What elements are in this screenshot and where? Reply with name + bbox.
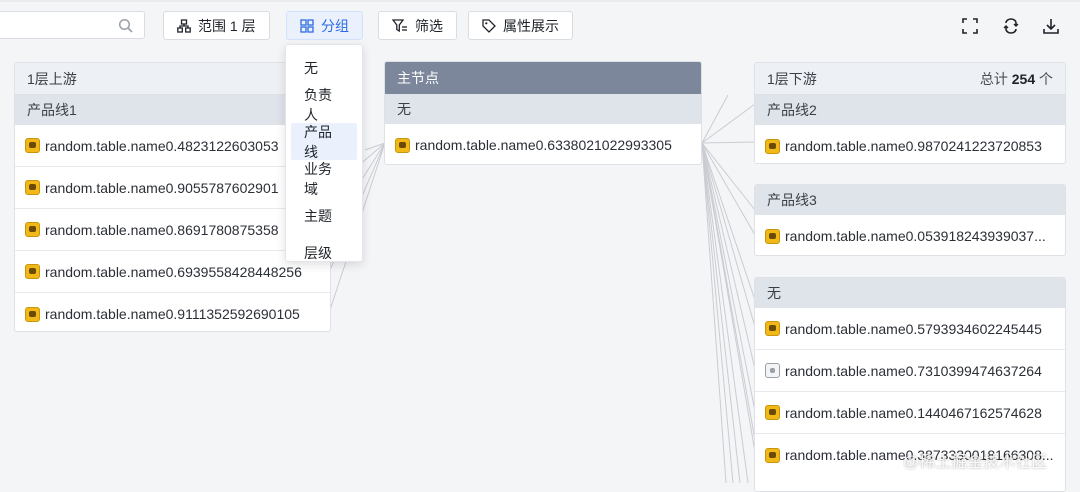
table-row[interactable]: random.table.name0.9111352592690105 (15, 293, 330, 331)
table-icon (765, 321, 780, 336)
downstream-group-header: 产品线3 (755, 185, 1065, 215)
downstream-group-header: 无 (755, 278, 1065, 308)
downstream-count: 254 (1011, 70, 1036, 87)
table-icon (25, 222, 40, 237)
group-option-layer[interactable]: 层级 (291, 234, 357, 261)
downstream-group-panel: 产品线3 random.table.name0.053918243939037.… (754, 184, 1066, 256)
fullscreen-icon[interactable] (961, 17, 979, 35)
table-row[interactable]: random.table.name0.6338021022993305 (385, 124, 701, 164)
downstream-header: 1层下游 总计 254 个 (755, 63, 1065, 95)
table-row[interactable]: random.table.name0.4823122603053 (15, 125, 330, 167)
group-dropdown: 无 负责人 产品线 业务域 主题 层级 (285, 44, 363, 262)
main-node-group-header: 无 (385, 94, 701, 124)
table-icon (765, 405, 780, 420)
group-option-none[interactable]: 无 (291, 49, 357, 86)
downstream-title: 1层下游 (767, 70, 817, 87)
group-option-product-line[interactable]: 产品线 (291, 123, 357, 160)
attribute-label: 属性展示 (503, 17, 559, 34)
downstream-group-header: 产品线2 (755, 95, 1065, 125)
upstream-title: 1层上游 (27, 70, 77, 87)
search-icon (118, 18, 133, 33)
downstream-panel: 1层下游 总计 254 个 产品线2 random.table.name0.98… (754, 62, 1066, 164)
upstream-panel: 1层上游 总计 产品线1 random.table.name0.48231226… (14, 62, 331, 332)
group-label: 分组 (321, 17, 349, 34)
tag-icon (482, 18, 496, 33)
scope-label: 范围 1 层 (198, 17, 256, 34)
upstream-group-header: 产品线1 (15, 95, 330, 125)
table-row[interactable]: random.table.name0.1440467162574628 (755, 392, 1065, 434)
table-icon (25, 264, 40, 279)
table-row[interactable]: random.table.name0.7310399474637264 (755, 350, 1065, 392)
search-input[interactable] (0, 11, 145, 39)
table-icon (25, 306, 40, 322)
main-node-panel: 主节点 无 random.table.name0.633802102299330… (384, 61, 702, 165)
table-icon (765, 447, 780, 463)
refresh-icon[interactable] (1002, 17, 1020, 35)
table-row[interactable]: random.table.name0.053918243939037... (755, 215, 1065, 255)
table-icon (25, 138, 40, 153)
main-node-title: 主节点 (397, 70, 439, 86)
table-row[interactable]: random.table.name0.5793934602245445 (755, 308, 1065, 350)
view-icon (765, 363, 780, 378)
table-icon (765, 138, 780, 154)
table-icon (25, 180, 40, 195)
table-row[interactable]: random.table.name0.9055787602901 (15, 167, 330, 209)
hierarchy-icon (177, 18, 191, 33)
upstream-header: 1层上游 总计 (15, 63, 330, 95)
main-node-header: 主节点 (385, 62, 701, 94)
group-option-topic[interactable]: 主题 (291, 197, 357, 234)
scope-button[interactable]: 范围 1 层 (163, 11, 270, 40)
attribute-display-button[interactable]: 属性展示 (468, 11, 573, 40)
filter-button[interactable]: 筛选 (378, 11, 457, 40)
group-option-business-domain[interactable]: 业务域 (291, 160, 357, 197)
table-icon (765, 228, 780, 244)
download-icon[interactable] (1042, 17, 1060, 35)
table-icon (395, 137, 410, 153)
downstream-total: 总计 254 个 (979, 70, 1053, 87)
table-row[interactable]: random.table.name0.9870241223720853 (755, 125, 1065, 163)
toolbar: 范围 1 层 分组 筛选 属性展示 (0, 2, 1080, 46)
group-button[interactable]: 分组 (286, 11, 363, 40)
watermark: @稀土掘金技术社区 (903, 454, 1048, 471)
table-row[interactable]: random.table.name0.8691780875358 (15, 209, 330, 251)
group-option-owner[interactable]: 负责人 (291, 86, 357, 123)
grid-icon (300, 18, 314, 33)
filter-icon (392, 18, 407, 32)
table-row[interactable]: random.table.name0.6939558428448256 (15, 251, 330, 293)
filter-label: 筛选 (415, 17, 443, 34)
